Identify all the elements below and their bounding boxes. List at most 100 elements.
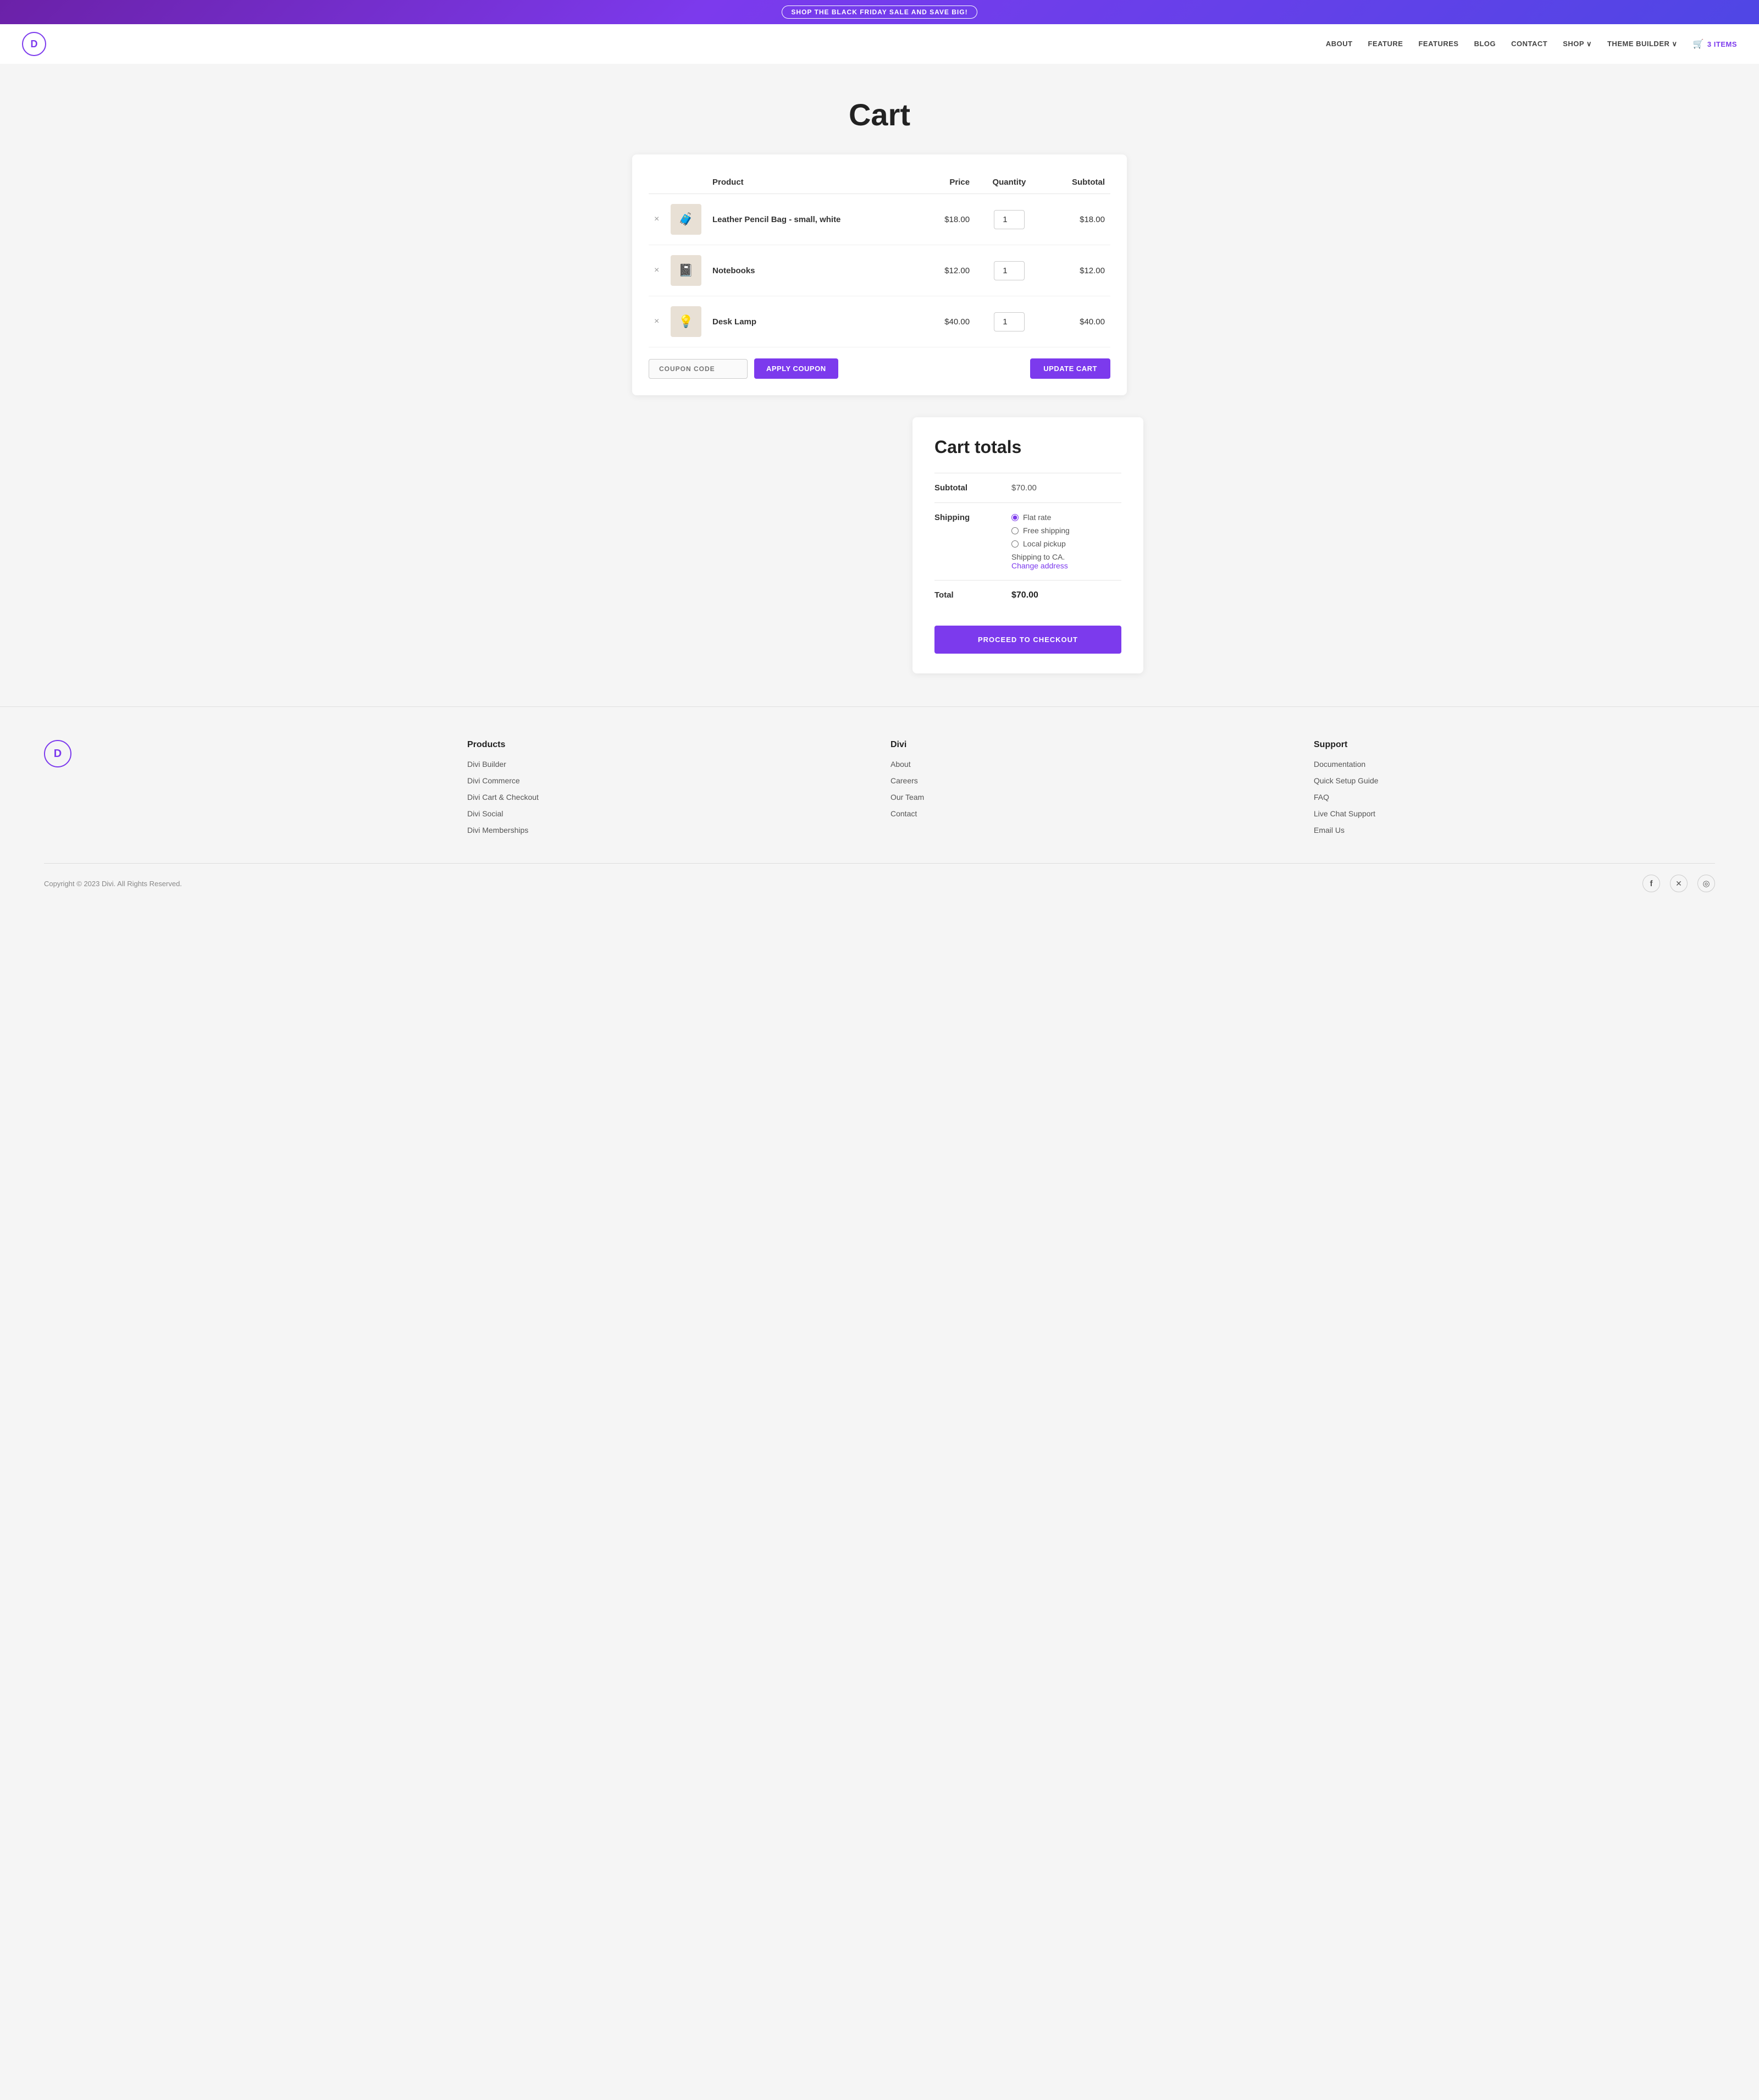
instagram-icon[interactable]: ◎ xyxy=(1697,875,1715,892)
col-product: Product xyxy=(707,171,920,194)
col-subtotal: Subtotal xyxy=(1043,171,1110,194)
col-price: Price xyxy=(920,171,975,194)
list-item: About xyxy=(890,760,1292,770)
subtotal-cell: $12.00 xyxy=(1043,245,1110,296)
subtotal-value: $70.00 xyxy=(1011,483,1037,493)
nav-cart[interactable]: 🛒 3 ITEMS xyxy=(1693,38,1738,49)
footer-link[interactable]: Careers xyxy=(890,776,918,785)
update-cart-button[interactable]: UPDATE CART xyxy=(1030,358,1110,379)
nav-links: ABOUT FEATURE FEATURES BLOG CONTACT SHOP… xyxy=(1326,38,1737,49)
nav-feature[interactable]: FEATURE xyxy=(1368,40,1403,48)
totals-title: Cart totals xyxy=(934,437,1121,457)
logo[interactable]: D xyxy=(22,32,46,56)
product-thumbnail: 🧳 xyxy=(671,204,701,235)
list-item: Divi Memberships xyxy=(467,826,869,836)
subtotal-cell: $40.00 xyxy=(1043,296,1110,347)
footer-link[interactable]: Email Us xyxy=(1314,826,1345,835)
facebook-icon[interactable]: f xyxy=(1642,875,1660,892)
footer-support-title: Support xyxy=(1314,740,1715,750)
shipping-radio-local[interactable] xyxy=(1011,540,1019,548)
footer-link[interactable]: Quick Setup Guide xyxy=(1314,776,1379,785)
total-row: Total $70.00 xyxy=(934,580,1121,610)
product-thumbnail: 📓 xyxy=(671,255,701,286)
page-title: Cart xyxy=(11,97,1748,132)
shipping-options: Flat rate Free shipping Local pickup Shi… xyxy=(1011,513,1070,570)
nav-theme-builder[interactable]: THEME BUILDER ∨ xyxy=(1607,40,1678,48)
total-value: $70.00 xyxy=(1011,590,1038,600)
footer-logo-circle[interactable]: D xyxy=(44,740,71,767)
coupon-group: APPLY COUPON xyxy=(649,358,838,379)
cart-count: 3 ITEMS xyxy=(1707,40,1737,48)
table-row: × 📓 Notebooks $12.00 $12.00 xyxy=(649,245,1110,296)
list-item: Contact xyxy=(890,809,1292,819)
remove-cell: × xyxy=(649,296,665,347)
footer-link[interactable]: Divi Memberships xyxy=(467,826,528,835)
nav-features[interactable]: FEATURES xyxy=(1418,40,1458,48)
shipping-row: Shipping Flat rate Free shipping Local p… xyxy=(934,502,1121,580)
nav-contact[interactable]: CONTACT xyxy=(1511,40,1547,48)
list-item: Divi Commerce xyxy=(467,776,869,786)
twitter-x-icon[interactable]: ✕ xyxy=(1670,875,1688,892)
shipping-radio-free[interactable] xyxy=(1011,527,1019,534)
product-name: Desk Lamp xyxy=(712,317,756,327)
list-item: Divi Cart & Checkout xyxy=(467,793,869,803)
shipping-label-free: Free shipping xyxy=(1023,526,1070,535)
footer-link[interactable]: Live Chat Support xyxy=(1314,809,1375,818)
shipping-label-flat: Flat rate xyxy=(1023,513,1051,522)
footer-link[interactable]: Divi Cart & Checkout xyxy=(467,793,539,802)
footer-link[interactable]: Divi Builder xyxy=(467,760,506,769)
remove-item-button[interactable]: × xyxy=(654,214,659,224)
table-row: × 🧳 Leather Pencil Bag - small, white $1… xyxy=(649,194,1110,245)
subtotal-row: Subtotal $70.00 xyxy=(934,473,1121,502)
nav-about[interactable]: ABOUT xyxy=(1326,40,1353,48)
remove-item-button[interactable]: × xyxy=(654,317,659,327)
footer-link[interactable]: FAQ xyxy=(1314,793,1329,802)
total-label: Total xyxy=(934,590,1011,600)
nav-blog[interactable]: BLOG xyxy=(1474,40,1496,48)
product-name-cell: Notebooks xyxy=(707,245,920,296)
footer-logo: D xyxy=(44,740,445,836)
social-icons: f ✕ ◎ xyxy=(1642,875,1715,892)
table-row: × 💡 Desk Lamp $40.00 $40.00 xyxy=(649,296,1110,347)
shipping-note: Shipping to CA. Change address xyxy=(1011,552,1070,570)
cart-table: Product Price Quantity Subtotal × xyxy=(649,171,1110,347)
proceed-to-checkout-button[interactable]: PROCEED TO CHECKOUT xyxy=(934,626,1121,654)
navbar: D ABOUT FEATURE FEATURES BLOG CONTACT SH… xyxy=(0,24,1759,64)
shipping-option: Flat rate xyxy=(1011,513,1070,522)
footer-bottom: Copyright © 2023 Divi. All Rights Reserv… xyxy=(44,863,1715,892)
footer-col-divi: Divi AboutCareersOur TeamContact xyxy=(890,740,1292,836)
shipping-radio-flat[interactable] xyxy=(1011,514,1019,521)
footer-products-title: Products xyxy=(467,740,869,750)
thumb-cell: 📓 xyxy=(665,245,707,296)
list-item: Divi Builder xyxy=(467,760,869,770)
banner-text: SHOP THE BLACK FRIDAY SALE AND SAVE BIG! xyxy=(782,5,977,19)
footer-grid: D Products Divi Builder Divi Commerce Divi… xyxy=(44,740,1715,836)
totals-wrapper: Cart totals Subtotal $70.00 Shipping Fla… xyxy=(605,417,1154,706)
footer-link[interactable]: Divi Commerce xyxy=(467,776,520,785)
cart-actions: APPLY COUPON UPDATE CART xyxy=(649,358,1110,379)
apply-coupon-button[interactable]: APPLY COUPON xyxy=(754,358,838,379)
quantity-input[interactable] xyxy=(994,210,1025,229)
shipping-label: Shipping xyxy=(934,513,1011,522)
product-name: Leather Pencil Bag - small, white xyxy=(712,215,840,224)
product-name-cell: Desk Lamp xyxy=(707,296,920,347)
quantity-input[interactable] xyxy=(994,261,1025,280)
quantity-input[interactable] xyxy=(994,312,1025,331)
footer-col-support: Support Documentation Quick Setup Guide FA… xyxy=(1314,740,1715,836)
coupon-input[interactable] xyxy=(649,359,748,379)
shipping-label-local: Local pickup xyxy=(1023,539,1066,548)
footer-link[interactable]: Documentation xyxy=(1314,760,1365,769)
footer-link[interactable]: Divi Social xyxy=(467,809,503,818)
footer-link[interactable]: About xyxy=(890,760,911,769)
footer-link[interactable]: Our Team xyxy=(890,793,924,802)
change-address-link[interactable]: Change address xyxy=(1011,561,1068,570)
price-cell: $12.00 xyxy=(920,245,975,296)
footer-link[interactable]: Contact xyxy=(890,809,917,818)
nav-shop[interactable]: SHOP ∨ xyxy=(1563,40,1592,48)
thumb-cell: 🧳 xyxy=(665,194,707,245)
quantity-cell xyxy=(975,245,1043,296)
col-remove xyxy=(649,171,665,194)
cart-table-container: Product Price Quantity Subtotal × xyxy=(632,154,1127,395)
col-thumb xyxy=(665,171,707,194)
remove-item-button[interactable]: × xyxy=(654,266,659,275)
